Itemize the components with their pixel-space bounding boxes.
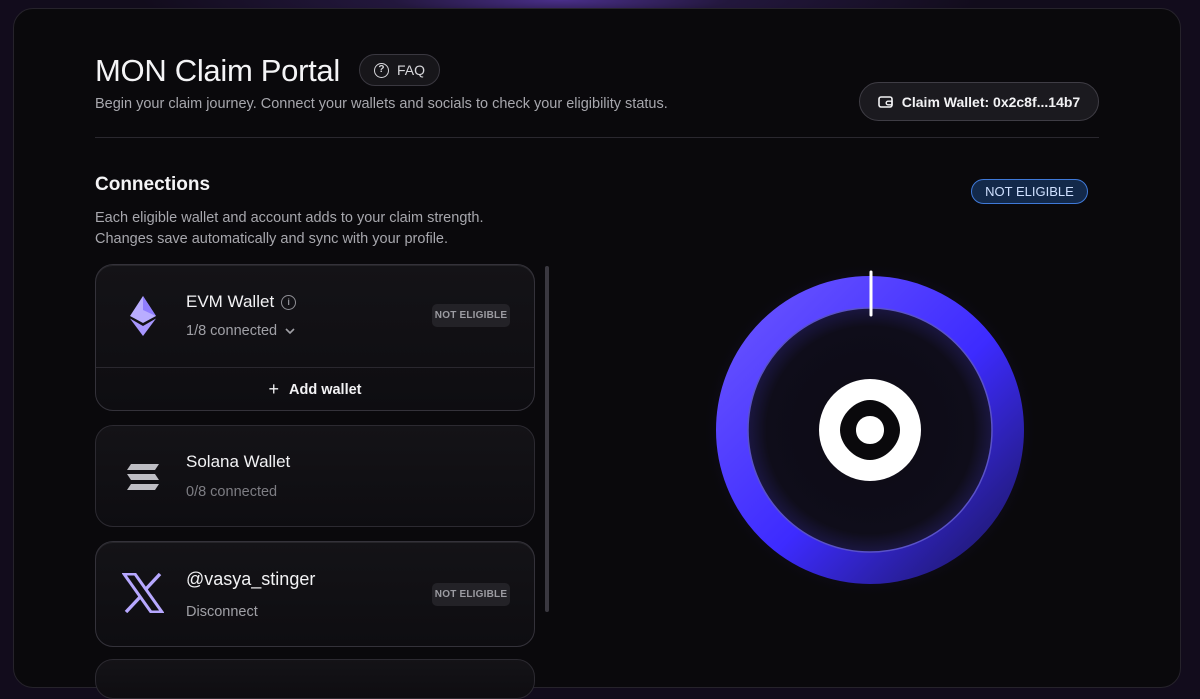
question-icon: ? xyxy=(373,62,389,78)
evm-connected-count: 1/8 connected xyxy=(186,323,278,339)
evm-connected-dropdown[interactable]: 1/8 connected xyxy=(186,323,296,339)
wallet-icon xyxy=(877,95,893,108)
x-logo-icon xyxy=(122,572,164,614)
page-title: MON Claim Portal xyxy=(95,53,340,88)
eligibility-ring xyxy=(700,260,1040,600)
evm-wallet-label: EVM Wallet xyxy=(186,292,275,311)
plus-icon: + xyxy=(268,379,279,399)
claim-wallet-button[interactable]: Claim Wallet: 0x2c8f...14b7 xyxy=(859,82,1099,121)
connections-description: Each eligible wallet and account adds to… xyxy=(95,208,535,250)
disconnect-link[interactable]: Disconnect xyxy=(186,604,258,620)
evm-wallet-card: EVM Wallet i 1/8 connected NOT ELIGIBLE … xyxy=(95,264,535,411)
add-wallet-label: Add wallet xyxy=(289,381,362,398)
add-wallet-button[interactable]: + Add wallet xyxy=(96,367,534,411)
ethereum-icon xyxy=(122,295,164,337)
header-divider xyxy=(95,137,1099,138)
description-line: Each eligible wallet and account adds to… xyxy=(95,210,484,226)
next-connection-card[interactable] xyxy=(95,659,535,699)
connections-title: Connections xyxy=(95,174,211,195)
solana-connected-count: 0/8 connected xyxy=(186,484,278,500)
page-subtitle: Begin your claim journey. Connect your w… xyxy=(95,96,668,112)
description-line: Changes save automatically and sync with… xyxy=(95,231,449,247)
x-account-card: @vasya_stinger Disconnect NOT ELIGIBLE xyxy=(95,541,535,647)
solana-wallet-card[interactable]: Solana Wallet 0/8 connected xyxy=(95,425,535,527)
solana-wallet-name: Solana Wallet xyxy=(186,452,291,471)
claim-wallet-label: Claim Wallet: 0x2c8f...14b7 xyxy=(901,93,1081,110)
x-account-handle: @vasya_stinger xyxy=(186,569,316,589)
solana-icon xyxy=(122,456,164,498)
faq-button[interactable]: ? FAQ xyxy=(359,54,440,86)
chevron-down-icon xyxy=(285,328,295,335)
x-status-badge: NOT ELIGIBLE xyxy=(432,583,510,606)
info-icon[interactable]: i xyxy=(281,294,297,310)
faq-label: FAQ xyxy=(396,62,425,78)
evm-status-badge: NOT ELIGIBLE xyxy=(432,304,510,327)
connections-scrollbar[interactable] xyxy=(545,266,549,612)
eligibility-status-badge: NOT ELIGIBLE xyxy=(971,179,1088,204)
evm-wallet-name: EVM Wallet i xyxy=(186,292,297,312)
